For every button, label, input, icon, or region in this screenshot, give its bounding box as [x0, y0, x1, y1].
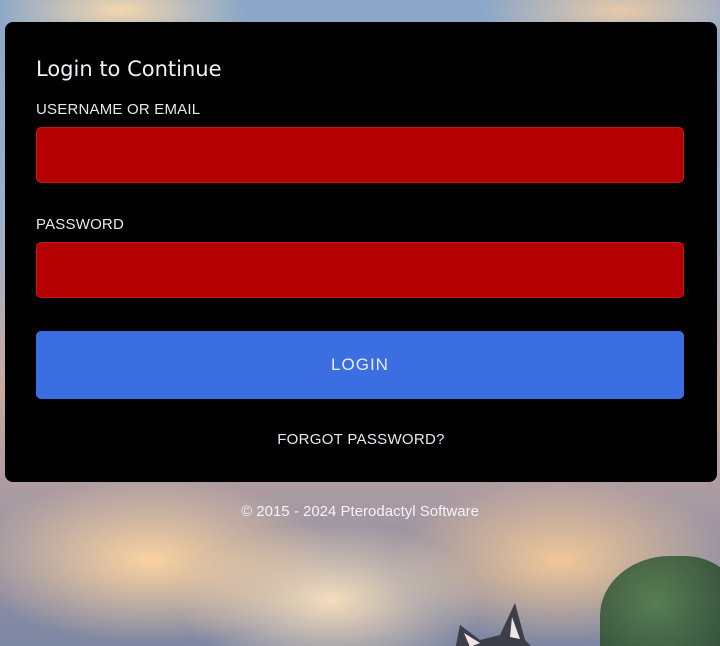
login-title: Login to Continue — [36, 57, 222, 81]
login-button[interactable]: LOGIN — [36, 331, 684, 399]
username-input[interactable] — [36, 127, 684, 183]
tree-foliage — [600, 556, 720, 646]
login-card: Login to Continue USERNAME OR EMAIL PASS… — [5, 22, 717, 482]
forgot-password-link[interactable]: FORGOT PASSWORD? — [5, 431, 717, 448]
username-label: USERNAME OR EMAIL — [36, 101, 201, 118]
pterodactyl-link[interactable]: Pterodactyl Software — [341, 503, 479, 520]
password-label: PASSWORD — [36, 216, 124, 233]
copyright-text: © 2015 - 2024 — [241, 503, 337, 520]
password-input[interactable] — [36, 242, 684, 298]
footer: © 2015 - 2024 Pterodactyl Software — [0, 503, 720, 520]
cat-illustration — [455, 603, 531, 646]
